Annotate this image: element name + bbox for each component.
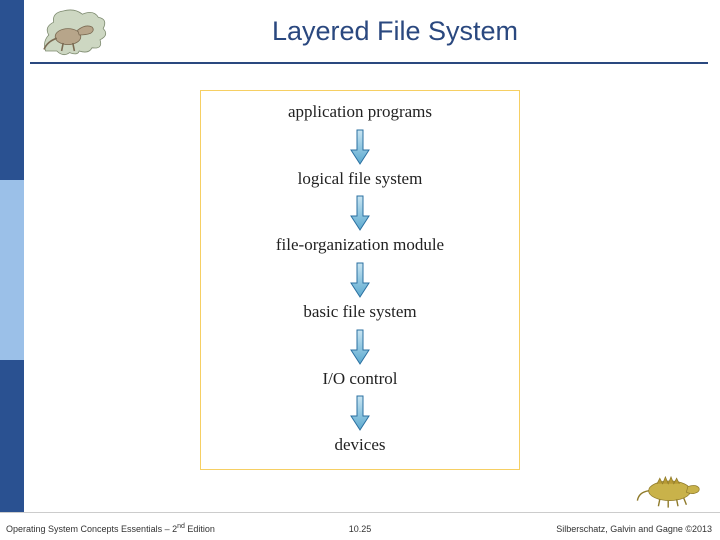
footer-copyright: Silberschatz, Galvin and Gagne ©2013 (556, 524, 712, 534)
arrow-down-icon (348, 328, 372, 366)
arrow-down-icon (348, 261, 372, 299)
arrow-down-icon (348, 194, 372, 232)
layer-file-organization-module: file-organization module (276, 236, 444, 255)
arrow-down-icon (348, 128, 372, 166)
layer-logical-file-system: logical file system (298, 170, 423, 189)
left-accent-bar (0, 0, 24, 540)
arrow-down-icon (348, 394, 372, 432)
dinosaur-bottom-icon (636, 466, 706, 510)
accent-seg-dark (0, 0, 24, 180)
dinosaur-top-icon (36, 2, 116, 60)
layered-diagram: application programs logical file system… (200, 90, 520, 470)
slide-title: Layered File System (30, 6, 720, 47)
footer-page-number: 10.25 (349, 524, 372, 534)
layer-devices: devices (335, 436, 386, 455)
footer-left: Operating System Concepts Essentials – 2… (6, 523, 215, 534)
layer-io-control: I/O control (322, 370, 397, 389)
header-rule (30, 62, 708, 64)
footer-left-suffix: Edition (185, 524, 215, 534)
accent-seg-light (0, 180, 24, 360)
slide-header: Layered File System (30, 6, 720, 66)
footer-left-prefix: Operating System Concepts Essentials – 2 (6, 524, 177, 534)
slide-footer: Operating System Concepts Essentials – 2… (0, 512, 720, 540)
layer-application-programs: application programs (288, 103, 432, 122)
layer-basic-file-system: basic file system (303, 303, 416, 322)
footer-left-ordinal: nd (177, 523, 185, 530)
